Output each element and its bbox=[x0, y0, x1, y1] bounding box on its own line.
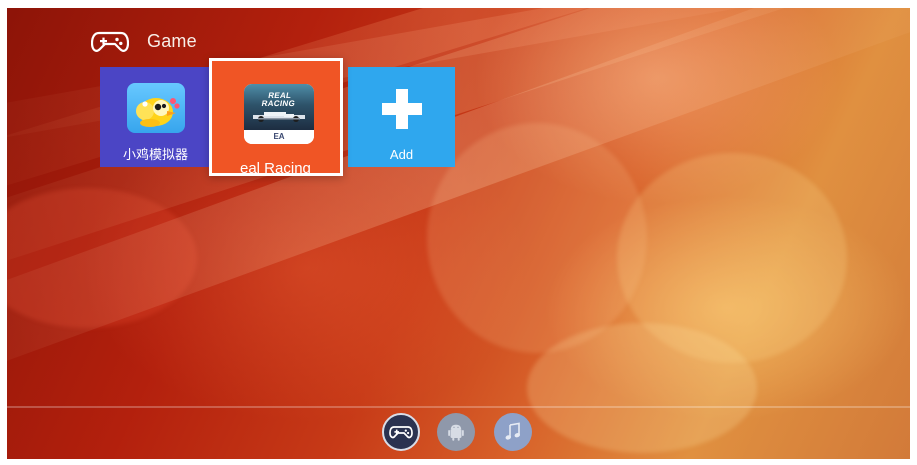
dock-game-button[interactable] bbox=[382, 413, 420, 451]
real-racing-art-title: REAL RACING bbox=[260, 91, 296, 108]
app-tile-chicken-emulator[interactable]: 小鸡模拟器 bbox=[100, 67, 211, 167]
dock-divider bbox=[7, 406, 910, 408]
app-tile-real-racing[interactable]: REAL RACING EA eal Racing bbox=[209, 58, 343, 176]
gamepad-icon bbox=[91, 31, 129, 52]
section-title: Game bbox=[147, 30, 197, 51]
section-header: Game bbox=[91, 26, 197, 56]
gamepad-icon bbox=[389, 426, 413, 439]
real-racing-artwork: REAL RACING bbox=[244, 84, 314, 130]
app-tile-label-chicken-emulator: 小鸡模拟器 bbox=[122, 147, 188, 162]
launcher-screen: Game 小鸡模拟器 REAL RACING EA eal Racing Add bbox=[7, 8, 910, 459]
add-app-label: Add bbox=[389, 147, 414, 162]
race-car-icon bbox=[253, 112, 305, 122]
chicken-emulator-icon bbox=[127, 83, 185, 133]
dock-music-button[interactable] bbox=[494, 413, 532, 451]
real-racing-icon: REAL RACING EA bbox=[244, 84, 314, 144]
bottom-dock bbox=[382, 413, 552, 453]
music-note-icon bbox=[505, 422, 521, 440]
background-glow-bottom bbox=[527, 323, 757, 453]
app-tile-label-real-racing: eal Racing bbox=[240, 160, 311, 176]
real-racing-brand-strip: EA bbox=[244, 130, 314, 144]
dock-android-button[interactable] bbox=[437, 413, 475, 451]
plus-icon bbox=[382, 89, 422, 129]
ea-logo: EA bbox=[273, 132, 285, 141]
chicken-emulator-art bbox=[136, 98, 180, 127]
add-app-tile[interactable]: Add bbox=[348, 67, 455, 167]
android-icon bbox=[448, 424, 464, 441]
plus-icon-vertical bbox=[396, 89, 408, 129]
